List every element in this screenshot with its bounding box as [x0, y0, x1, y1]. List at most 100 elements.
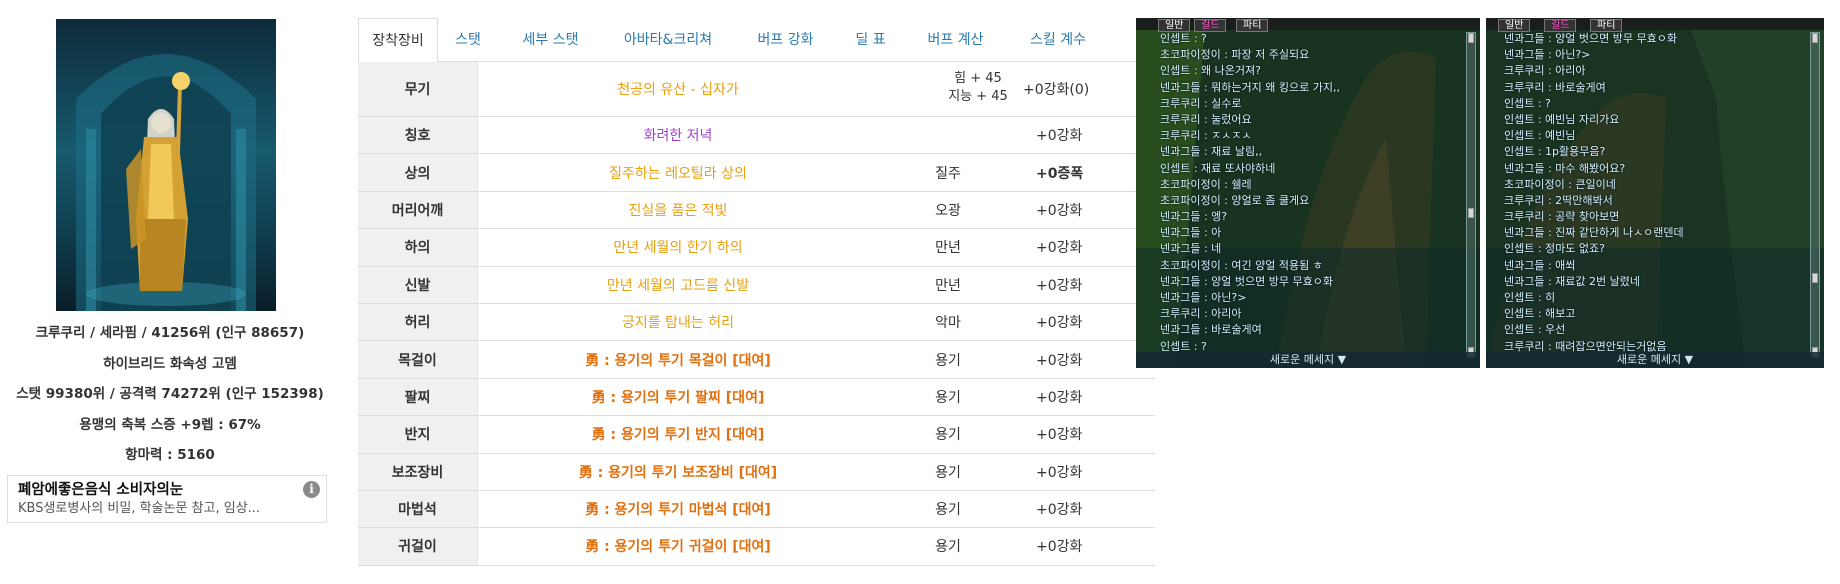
equipment-item-name[interactable]: 만년 세월의 고드름 신발 — [478, 267, 878, 303]
equipment-set-name: 만년 — [935, 240, 961, 257]
chat-window-right: 넨과그들 : 양얼 벗으면 방무 무효ㅇ화 넨과그들 : 아닌?> 크루쿠리 : 아… — [1486, 18, 1824, 368]
chat-message: 인셉트 : 해보고 — [1504, 307, 1576, 321]
chat-message: 인셉트 : ? — [1504, 96, 1551, 110]
new-message-button[interactable]: 새로운 메세지 ▼ — [1486, 352, 1824, 368]
chat-message: 넨과그들 : 애쐬 — [1504, 258, 1576, 272]
chat-scrollbar[interactable] — [1466, 32, 1476, 358]
equipment-set-name: 오광 — [935, 202, 961, 219]
equipment-item-name[interactable]: 勇 : 용기의 투기 반지 [대여] — [478, 416, 878, 452]
equipment-set-name: 용기 — [935, 389, 961, 406]
chat-message: 넨과그들 : 엥? — [1160, 210, 1228, 224]
equipment-item-name[interactable]: 勇 : 용기의 투기 보조장비 [대여] — [478, 454, 878, 490]
chat-tab-1[interactable]: 길드 — [1194, 19, 1227, 32]
equipment-item-name[interactable]: 勇 : 용기의 투기 귀걸이 [대여] — [478, 528, 878, 564]
scroll-up-arrow-icon[interactable] — [1812, 33, 1818, 43]
chat-message: 넨과그들 : 아닌?> — [1160, 291, 1247, 304]
character-resist-line: 항마력 : 5160 — [125, 447, 215, 463]
chat-message: 초코파이정이 : 큰일이네 — [1504, 177, 1616, 191]
chat-message: 넨과그들 : 마수 해봤어요? — [1504, 161, 1626, 175]
equipment-set-name — [878, 62, 1018, 116]
chat-message: 크루쿠리 : 공략 찾아보면 — [1504, 210, 1620, 224]
chat-message: 크루쿠리 : ㅈㅅㅈㅅ — [1160, 129, 1252, 143]
equipment-enhancement: +0강화(0) — [1023, 82, 1090, 98]
scroll-thumb[interactable] — [1812, 273, 1818, 283]
equipment-row: 귀걸이 勇 : 용기의 투기 귀걸이 [대여] 용기 +0강화 — [358, 528, 1155, 566]
chat-message: 넨과그들 : 진짜 같단하게 나ㅅㅇ랜덴데 — [1504, 226, 1684, 240]
equipment-enhancement: +0강화 — [1036, 352, 1083, 369]
equipment-row: 하의 만년 세월의 한기 하의 만년 +0강화 — [358, 229, 1138, 267]
chat-message: 넨과그들 : 바로술게여 — [1160, 323, 1262, 337]
equipment-set-name: 용기 — [935, 464, 961, 481]
tab-6[interactable]: 버프 계산 — [903, 18, 1008, 62]
tab-1[interactable]: 스탯 — [438, 18, 498, 62]
chat-tab-2[interactable]: 파티 — [1590, 19, 1623, 32]
chat-tab-0[interactable]: 일반 — [1498, 19, 1531, 32]
chat-message: 인셉트 : 예빈님 자리가요 — [1504, 112, 1620, 126]
ad-banner[interactable]: 폐암에좋은음식 소비자의눈 KBS생로병사의 비밀, 학술논문 참고, 임상..… — [7, 475, 327, 523]
equipment-enhancement: +0강화 — [1036, 202, 1083, 219]
equipment-enhancement: +0강화 — [1036, 502, 1083, 519]
equipment-slot-label: 마법석 — [358, 490, 478, 528]
scroll-thumb[interactable] — [1468, 208, 1474, 218]
chat-tab-0[interactable]: 일반 — [1158, 19, 1191, 32]
ad-description[interactable]: KBS생로병사의 비밀, 학술논문 참고, 임상... — [18, 500, 316, 518]
equipment-slot-label: 하의 — [358, 229, 478, 266]
chat-message: 초코파이정이 : 파장 저 주실되요 — [1160, 48, 1310, 62]
tab-2[interactable]: 세부 스탯 — [498, 18, 603, 62]
chat-tab-2[interactable]: 파티 — [1236, 19, 1269, 32]
character-rank-line: 스탯 99380위 / 공격력 74272위 (인구 152398) — [16, 386, 324, 402]
chat-message: 크루쿠리 : 아리아 — [1504, 64, 1586, 78]
equipment-slot-label: 신발 — [358, 266, 478, 303]
equipment-slot-label: 팔찌 — [358, 378, 478, 416]
equipment-enhancement: +0강화 — [1036, 315, 1083, 332]
new-message-button[interactable]: 새로운 메세지 ▼ — [1136, 352, 1480, 368]
character-panel: 크루쿠리 / 세라핌 / 41256위 (인구 88657) 하이브리드 화속성… — [0, 0, 340, 584]
equipment-item-name[interactable]: 勇 : 용기의 투기 목걸이 [대여] — [478, 341, 878, 377]
chat-message: 인셉트 : 예빈님 — [1504, 129, 1576, 143]
equipment-enhancement: +0증폭 — [1036, 165, 1084, 182]
equipment-set-name: 용기 — [935, 427, 961, 444]
equipment-item-name[interactable]: 화려한 저녁 — [478, 117, 878, 153]
equipment-set-name: 용기 — [935, 539, 961, 556]
tab-4[interactable]: 버프 강화 — [733, 18, 838, 62]
chat-scrollbar[interactable] — [1810, 32, 1820, 358]
character-guild-line: 하이브리드 화속성 고뎀 — [103, 355, 237, 372]
equipment-item-name[interactable]: 질주하는 레오틸라 상의 — [478, 154, 878, 190]
chat-message: 인셉트 : 1p활용무음? — [1504, 145, 1606, 159]
chat-message: 크루쿠리 : 2딱만해봐서 — [1504, 193, 1613, 207]
equipment-slot-label: 허리 — [358, 303, 478, 341]
equipment-enhancement: +0강화 — [1036, 427, 1083, 444]
equipment-item-name[interactable]: 勇 : 용기의 투기 마법석 [대여] — [478, 491, 878, 527]
tab-bar: 장착장비 스탯 세부 스탯 아바타&크리쳐 버프 강화 딜 표 버프 계산 스킬 계수 — [358, 18, 1155, 63]
equipment-row: 상의 질주하는 레오틸라 상의 질주 +0증폭 — [358, 154, 1138, 192]
ad-title[interactable]: 폐암에좋은음식 소비자의눈 — [18, 480, 316, 500]
equipment-enhancement: +0강화 — [1036, 277, 1083, 294]
equipment-row: 팔찌 勇 : 용기의 투기 팔찌 [대여] 용기 +0강화 — [358, 378, 1155, 417]
character-portrait — [56, 19, 276, 311]
chat-message: 넨과그들 : 양얼 벗으면 방무 무효ㅇ화 — [1160, 274, 1333, 288]
equipment-table: 무기 천공의 유산 - 십자가 힘 + 45 지능 + 45 +0강화(0) 칭호 화려한 … — [358, 62, 1155, 566]
info-icon[interactable]: i — [303, 481, 320, 498]
equipment-slot-label: 반지 — [358, 416, 478, 453]
equipment-item-name[interactable]: 진실을 품은 적빛 — [478, 192, 878, 228]
chat-message: 크루쿠리 : 실수로 — [1160, 96, 1242, 110]
chat-message: 인셉트 : 우선 — [1504, 323, 1566, 337]
chat-topbar — [1486, 18, 1824, 30]
tab-7[interactable]: 스킬 계수 — [1008, 18, 1108, 62]
chat-tab-1[interactable]: 길드 — [1544, 19, 1577, 32]
equipment-item-name[interactable]: 천공의 유산 - 십자가 — [478, 62, 878, 116]
equipment-panel: 장착장비 스탯 세부 스탯 아바타&크리쳐 버프 강화 딜 표 버프 계산 스킬 계수 무기 천… — [358, 18, 1155, 566]
tab-5[interactable]: 딜 표 — [838, 18, 903, 62]
equipment-row: 마법석 勇 : 용기의 투기 마법석 [대여] 용기 +0강화 — [358, 490, 1155, 529]
equipment-set-name: 질주 — [935, 165, 961, 182]
chat-message: 넨과그들 : 양얼 벗으면 방무 무효ㅇ화 — [1504, 32, 1677, 45]
equipment-item-name[interactable]: 勇 : 용기의 투기 팔찌 [대여] — [478, 379, 878, 415]
equipment-row: 보조장비 勇 : 용기의 투기 보조장비 [대여] 용기 +0강화 — [358, 453, 1155, 491]
tab-3[interactable]: 아바타&크리쳐 — [603, 18, 733, 62]
equipment-item-name[interactable]: 만년 세월의 한기 하의 — [478, 229, 878, 265]
chat-message: 인셉트 : ? — [1160, 32, 1207, 45]
tab-0[interactable]: 장착장비 — [358, 18, 438, 63]
equipment-set-name: 용기 — [935, 502, 961, 519]
equipment-item-name[interactable]: 긍지를 탐내는 허리 — [478, 304, 878, 340]
scroll-up-arrow-icon[interactable] — [1468, 33, 1474, 43]
